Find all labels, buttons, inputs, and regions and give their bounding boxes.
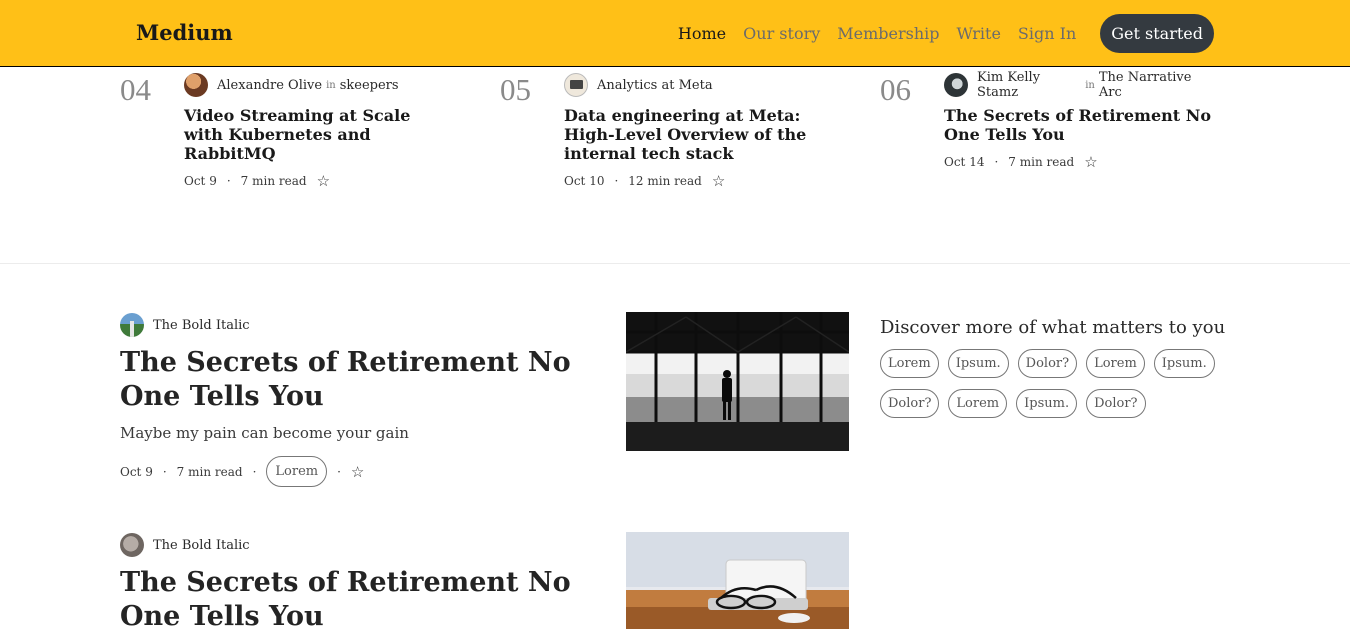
feed-post: The Bold Italic The Secrets of Retiremen…: [120, 533, 590, 629]
topic-tag[interactable]: Ipsum.: [947, 349, 1009, 378]
post-thumbnail[interactable]: [626, 532, 849, 629]
separator-dot: ·: [162, 464, 167, 479]
author-avatar[interactable]: [944, 73, 968, 97]
in-label: in: [1085, 79, 1095, 91]
in-label: in: [326, 79, 336, 91]
feed-post: The Bold Italic The Secrets of Retiremen…: [120, 313, 590, 487]
laptop-glasses-image: [626, 532, 849, 629]
topic-tags: Lorem Ipsum. Dolor? Lorem Ipsum. Dolor? …: [880, 349, 1230, 418]
author-name[interactable]: Alexandre Olive: [217, 78, 322, 93]
author-name[interactable]: The Bold Italic: [153, 318, 250, 333]
trending-title[interactable]: Video Streaming at Scale with Kubernetes…: [184, 106, 454, 163]
silhouette-window-image: [626, 312, 849, 451]
nav-home[interactable]: Home: [678, 24, 726, 43]
topic-tag[interactable]: Ipsum.: [1016, 389, 1078, 418]
author-name[interactable]: Analytics at Meta: [597, 78, 713, 93]
star-icon[interactable]: ☆: [317, 172, 330, 190]
trending-number: 06: [880, 72, 911, 107]
post-tag[interactable]: Lorem: [266, 456, 328, 487]
publication-name[interactable]: The Narrative Arc: [1099, 70, 1214, 100]
medium-logo[interactable]: Medium: [136, 20, 233, 45]
read-time: 7 min read: [240, 174, 307, 188]
publication-name[interactable]: skeepers: [340, 78, 399, 93]
post-date: Oct 10: [564, 174, 605, 188]
star-icon[interactable]: ☆: [712, 172, 725, 190]
trending-number: 04: [120, 72, 151, 107]
separator-dot: ·: [994, 155, 999, 169]
trending-title[interactable]: Data engineering at Meta: High-Level Ove…: [564, 106, 834, 163]
post-date: Oct 9: [120, 464, 153, 479]
topic-tag[interactable]: Dolor?: [880, 389, 940, 418]
separator-dot: ·: [337, 464, 341, 479]
separator-dot: ·: [252, 464, 257, 479]
read-time: 7 min read: [176, 464, 243, 479]
post-date: Oct 9: [184, 174, 217, 188]
top-navbar: Medium Home Our story Membership Write S…: [0, 0, 1350, 67]
post-title[interactable]: The Secrets of Retirement No One Tells Y…: [120, 566, 590, 629]
separator-dot: ·: [614, 174, 619, 188]
post-title[interactable]: The Secrets of Retirement No One Tells Y…: [120, 346, 590, 414]
topic-tag[interactable]: Lorem: [880, 349, 939, 378]
nav-write[interactable]: Write: [957, 24, 1001, 43]
trending-title[interactable]: The Secrets of Retirement No One Tells Y…: [944, 106, 1214, 144]
post-subtitle[interactable]: Maybe my pain can become your gain: [120, 424, 590, 442]
read-time: 7 min read: [1008, 155, 1075, 169]
trending-number: 05: [500, 72, 531, 107]
topic-tag[interactable]: Dolor?: [1086, 389, 1146, 418]
separator-dot: ·: [226, 174, 231, 188]
author-name[interactable]: Kim Kelly Stamz: [977, 70, 1081, 100]
section-divider: [0, 263, 1350, 264]
get-started-button[interactable]: Get started: [1100, 13, 1214, 53]
author-avatar[interactable]: [184, 73, 208, 97]
discover-heading: Discover more of what matters to you: [880, 317, 1226, 338]
read-time: 12 min read: [628, 174, 702, 188]
star-icon[interactable]: ☆: [1084, 153, 1097, 171]
author-name[interactable]: The Bold Italic: [153, 538, 250, 553]
nav-sign-in[interactable]: Sign In: [1018, 24, 1076, 43]
author-avatar[interactable]: [564, 73, 588, 97]
discover-panel: Discover more of what matters to you Lor…: [880, 317, 1240, 418]
topic-tag[interactable]: Dolor?: [1017, 349, 1078, 378]
author-avatar[interactable]: [120, 533, 144, 557]
post-thumbnail[interactable]: [626, 312, 849, 451]
post-date: Oct 14: [944, 155, 985, 169]
nav-membership[interactable]: Membership: [837, 24, 939, 43]
topic-tag[interactable]: Ipsum.: [1153, 349, 1215, 378]
nav-our-story[interactable]: Our story: [743, 24, 820, 43]
nav-menu: Home Our story Membership Write Sign In …: [678, 12, 1214, 54]
topic-tag[interactable]: Lorem: [1086, 349, 1145, 378]
author-avatar[interactable]: [120, 313, 144, 337]
star-icon[interactable]: ☆: [351, 463, 364, 481]
topic-tag[interactable]: Lorem: [948, 389, 1008, 418]
